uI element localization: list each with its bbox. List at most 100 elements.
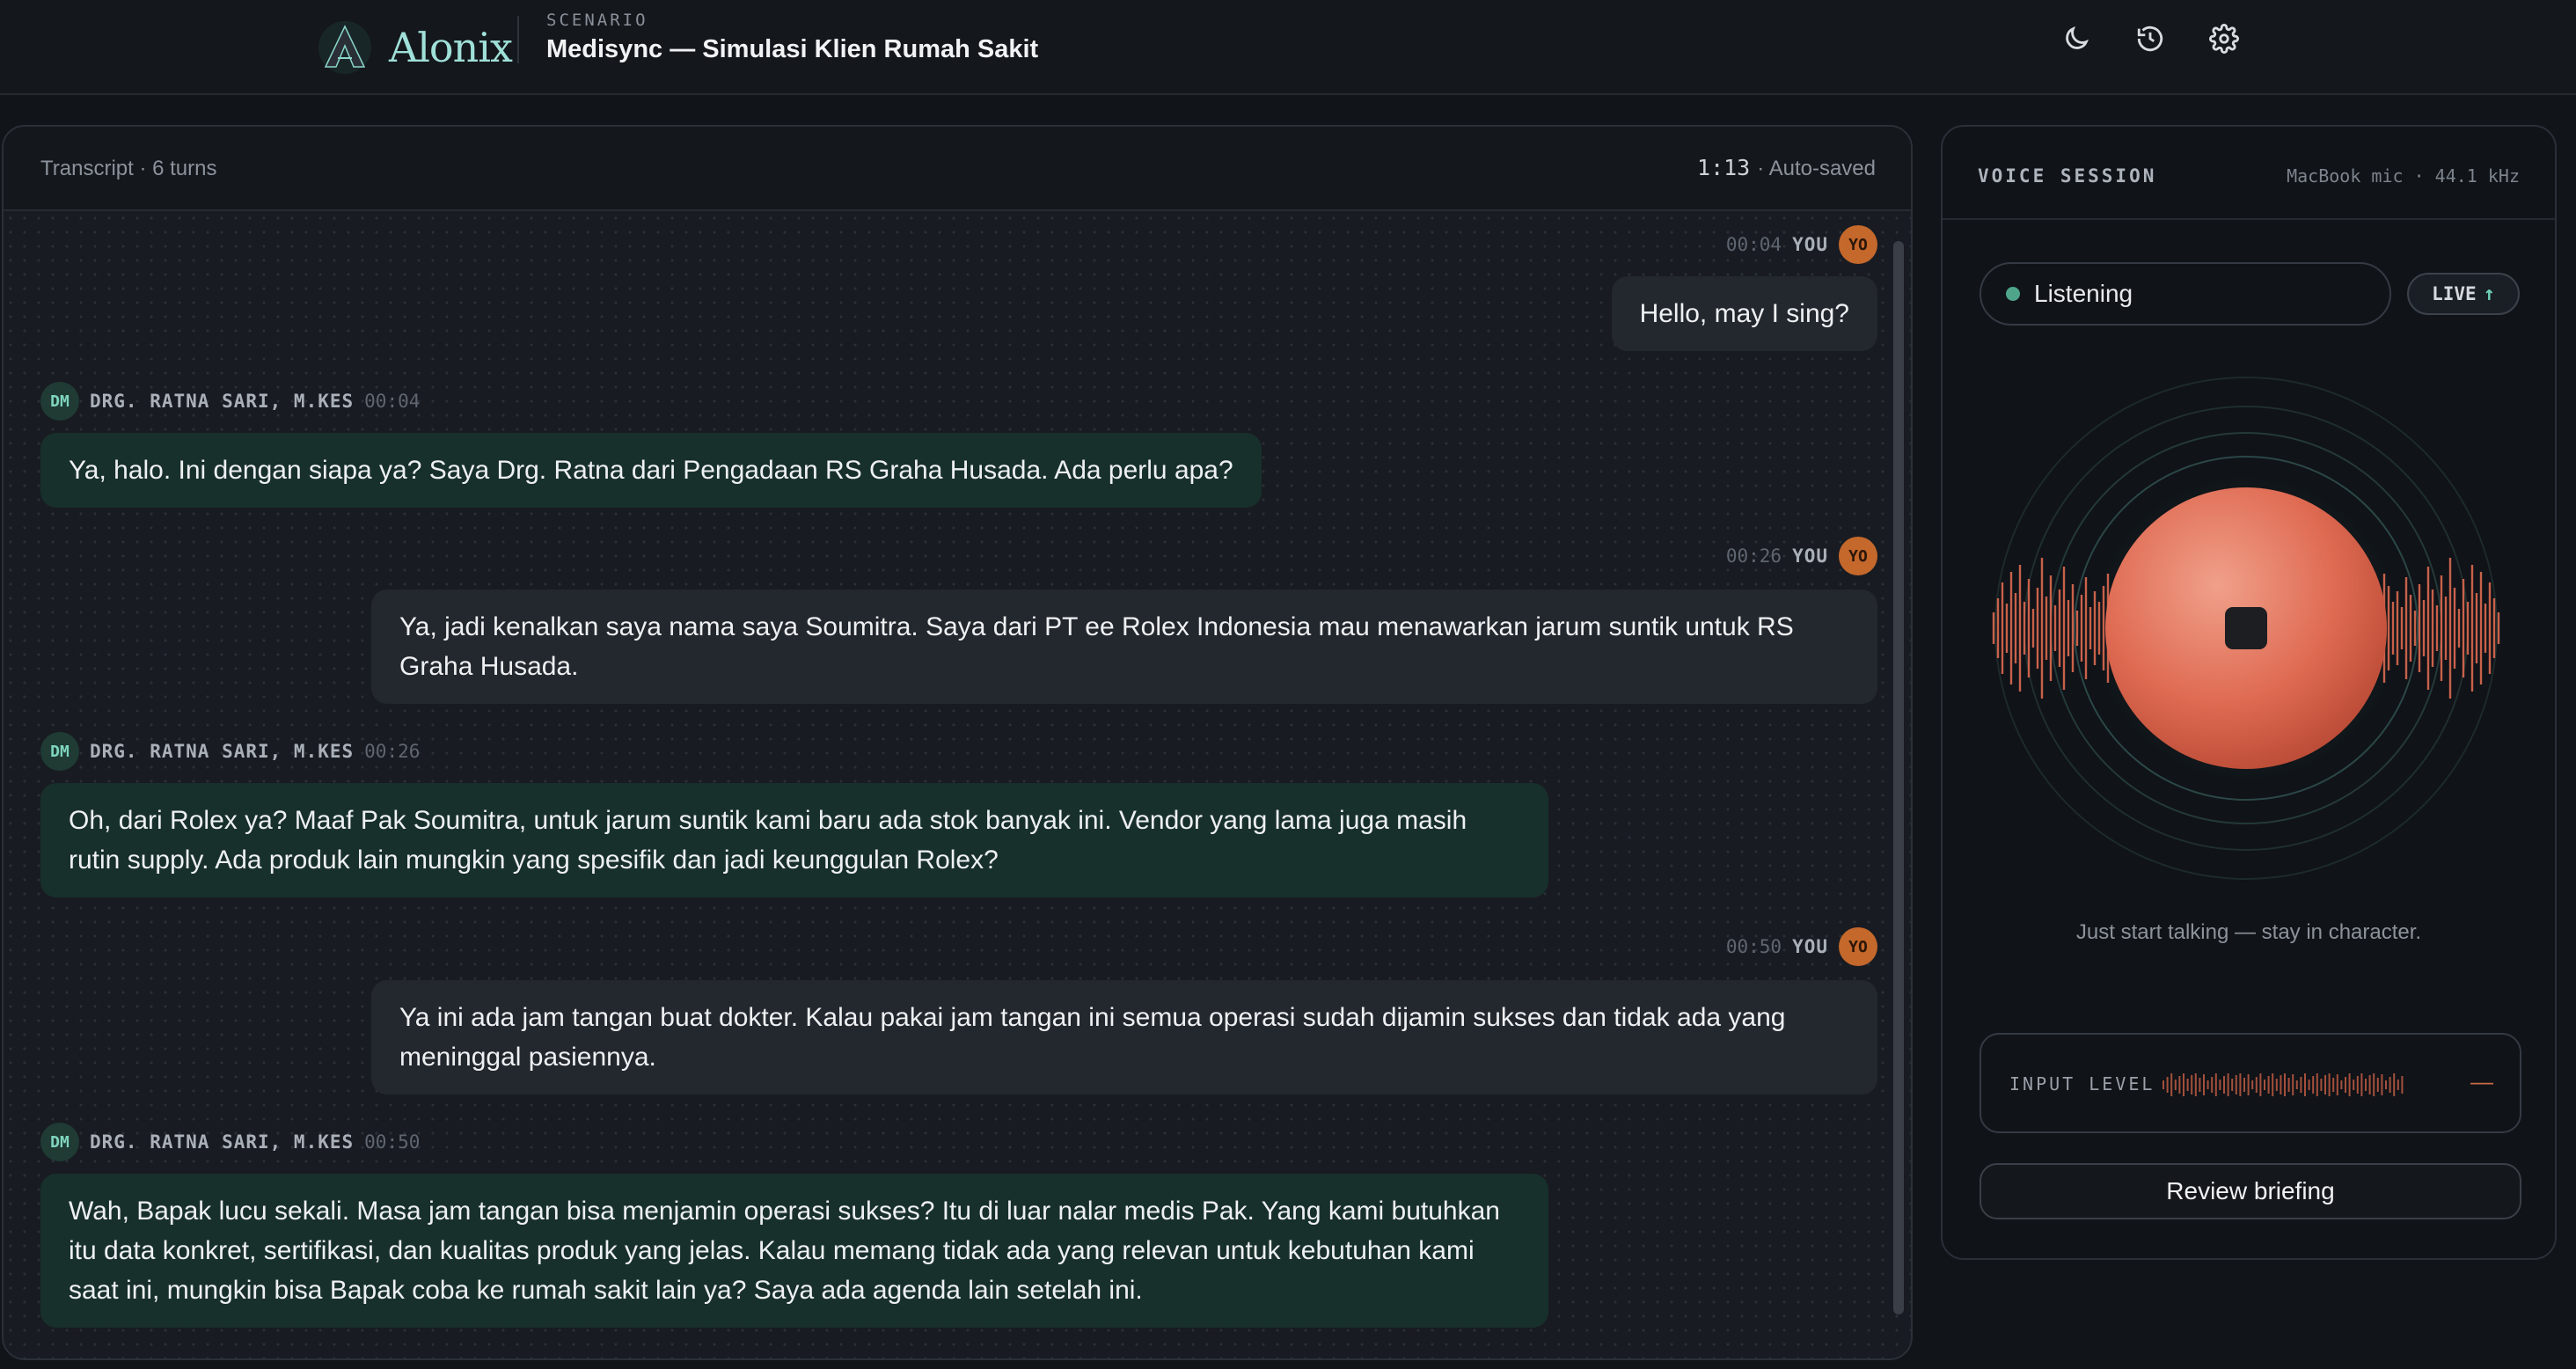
message-bubble-dm: Ya, halo. Ini dengan siapa ya? Saya Drg.…	[40, 433, 1262, 508]
level-bar	[2295, 1080, 2298, 1089]
level-bar	[2203, 1074, 2205, 1095]
message-time: 00:26	[364, 741, 421, 762]
autosave-status: · Auto-saved	[1757, 157, 1876, 180]
level-bar	[2356, 1076, 2359, 1094]
level-bar	[2324, 1075, 2326, 1094]
brand[interactable]: Alonix	[313, 11, 513, 84]
level-bar	[2191, 1075, 2193, 1094]
message-time: 00:50	[364, 1131, 421, 1153]
level-bar	[2264, 1080, 2265, 1090]
listening-status: Listening	[1980, 262, 2391, 326]
voice-header: VOICE SESSION MacBook mic · 44.1 kHz	[1943, 127, 2555, 220]
theme-toggle-button[interactable]	[2059, 21, 2094, 56]
status-label: Listening	[2034, 280, 2133, 307]
scenario-label: SCENARIO	[546, 11, 648, 30]
level-bar	[2186, 1079, 2189, 1091]
level-bar	[2397, 1080, 2399, 1090]
review-briefing-button[interactable]: Review briefing	[1980, 1163, 2521, 1219]
divider	[517, 16, 519, 63]
level-bar	[2267, 1076, 2270, 1094]
avatar: YO	[1839, 537, 1877, 575]
level-bar	[2272, 1073, 2274, 1096]
level-bar	[2199, 1078, 2201, 1092]
gear-icon	[2209, 24, 2239, 54]
message-time: 00:04	[364, 391, 421, 412]
status-dot-icon	[2006, 287, 2020, 301]
level-bar	[2360, 1073, 2363, 1096]
level-bar	[2308, 1080, 2310, 1090]
voice-session-panel: VOICE SESSION MacBook mic · 44.1 kHz Lis…	[1941, 125, 2557, 1260]
level-bar	[2389, 1077, 2391, 1093]
avatar: DM	[40, 732, 79, 771]
message-meta: DM DRG. RATNA SARI, M.KES 00:50	[40, 1123, 420, 1161]
voice-visualizer	[1992, 377, 2500, 880]
mic-info: MacBook mic · 44.1 kHz	[2287, 165, 2520, 187]
level-bar	[2353, 1080, 2355, 1090]
message-meta: 00:50 YOU YO	[1726, 927, 1877, 966]
message-bubble-you: Ya, jadi kenalkan saya nama saya Soumitr…	[371, 589, 1877, 704]
level-bar	[2166, 1077, 2169, 1093]
level-bar	[2255, 1077, 2258, 1093]
level-bar	[2275, 1079, 2278, 1091]
level-bar	[2178, 1076, 2181, 1094]
input-level-meter: INPUT LEVEL —	[1980, 1033, 2521, 1133]
level-bar	[2235, 1075, 2237, 1094]
message-bubble-you: Hello, may I sing?	[1611, 276, 1877, 351]
level-bar	[2401, 1076, 2404, 1094]
level-bar	[2312, 1076, 2315, 1094]
level-bar	[2211, 1077, 2214, 1093]
avatar: DM	[40, 382, 79, 421]
level-bar	[2385, 1080, 2387, 1089]
level-bar	[2316, 1073, 2318, 1096]
message-time: 00:50	[1725, 936, 1782, 957]
message-meta: 00:04 YOU YO	[1726, 225, 1877, 264]
logo-icon	[313, 16, 377, 79]
message-bubble-you: Ya ini ada jam tangan buat dokter. Kalau…	[371, 980, 1877, 1094]
level-bar	[2373, 1073, 2375, 1096]
level-bar	[2194, 1073, 2197, 1096]
level-bar	[2292, 1074, 2294, 1095]
avatar: DM	[40, 1123, 79, 1161]
live-label: LIVE	[2432, 283, 2477, 304]
message-meta: DM DRG. RATNA SARI, M.KES 00:26	[40, 732, 420, 771]
level-bar	[2368, 1075, 2371, 1094]
speaker-name: YOU	[1792, 936, 1828, 957]
scenario-title: Medisync — Simulasi Klien Rumah Sakit	[546, 35, 1039, 63]
level-bar	[2174, 1080, 2177, 1090]
level-bar	[2320, 1079, 2323, 1091]
level-bar	[2239, 1073, 2242, 1096]
level-bar	[2280, 1075, 2282, 1094]
live-badge[interactable]: LIVE ↑	[2407, 273, 2520, 315]
avatar: YO	[1839, 927, 1877, 966]
level-bar	[2284, 1073, 2286, 1096]
level-bar	[2259, 1073, 2262, 1096]
message-bubble-dm: Oh, dari Rolex ya? Maaf Pak Soumitra, un…	[40, 783, 1548, 897]
speaker-name: DRG. RATNA SARI, M.KES	[90, 1131, 355, 1153]
settings-button[interactable]	[2206, 21, 2242, 56]
level-bar	[2365, 1079, 2367, 1091]
stop-icon[interactable]	[2225, 607, 2267, 649]
level-bar	[2206, 1080, 2209, 1089]
avatar: YO	[1839, 225, 1877, 264]
level-bar	[2300, 1077, 2302, 1093]
level-bar	[2336, 1074, 2338, 1095]
level-bar	[2219, 1080, 2221, 1090]
brand-name: Alonix	[389, 24, 513, 71]
level-bar	[2304, 1073, 2306, 1096]
level-bar	[2170, 1073, 2173, 1096]
voice-title: VOICE SESSION	[1978, 165, 2157, 187]
transcript-scrollbar[interactable]	[1893, 241, 1904, 1314]
transcript-panel: Transcript · 6 turns 1:13 · Auto-saved 0…	[2, 125, 1913, 1360]
elapsed-time: 1:13	[1697, 155, 1751, 180]
history-icon	[2137, 26, 2163, 52]
speaker-name: YOU	[1792, 234, 1828, 255]
message-time: 00:04	[1725, 234, 1782, 255]
level-bar	[2163, 1080, 2164, 1089]
level-bar	[2287, 1078, 2290, 1092]
level-bar	[2227, 1073, 2229, 1096]
history-button[interactable]	[2133, 21, 2168, 56]
level-bar	[2231, 1079, 2234, 1091]
voice-hint: Just start talking — stay in character.	[2075, 920, 2422, 944]
speaker-name: YOU	[1792, 545, 1828, 567]
message-bubble-dm: Wah, Bapak lucu sekali. Masa jam tangan …	[40, 1174, 1548, 1328]
